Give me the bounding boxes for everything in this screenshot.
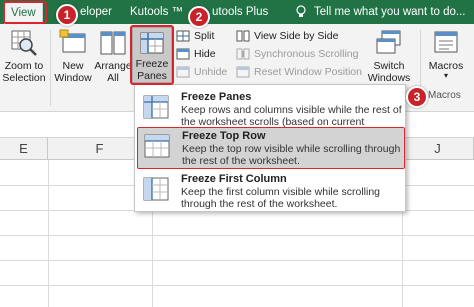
macros-group-label: Macros bbox=[428, 90, 461, 101]
tab-kutools-plus[interactable]: utools Plus bbox=[212, 0, 268, 24]
freeze-first-column-icon bbox=[143, 177, 169, 201]
highlight-box-freeze-panes bbox=[130, 25, 174, 85]
callout-badge-1: 1 bbox=[56, 4, 78, 26]
sync-scroll-icon bbox=[236, 48, 250, 60]
callout-badge-3: 3 bbox=[406, 86, 428, 108]
reset-window-position-button: Reset Window Position bbox=[236, 63, 362, 81]
tab-kutools[interactable]: Kutools ™ bbox=[130, 0, 183, 24]
switch-windows-icon bbox=[376, 30, 401, 54]
new-window-icon bbox=[59, 29, 86, 53]
menu-item-freeze-first-column-title: Freeze First Column bbox=[181, 173, 287, 185]
synchronous-scrolling-label: Synchronous Scrolling bbox=[254, 48, 359, 60]
tell-me-search[interactable]: Tell me what you want to do... bbox=[314, 0, 466, 24]
zoom-to-selection-label-1: Zoom to bbox=[4, 60, 44, 72]
zoom-to-selection-icon bbox=[11, 30, 37, 56]
menu-item-freeze-panes-title: Freeze Panes bbox=[181, 91, 252, 103]
new-window-label-1: New bbox=[62, 60, 84, 72]
ribbon-separator bbox=[50, 30, 51, 106]
menu-item-freeze-panes[interactable]: Freeze Panes Keep rows and columns visib… bbox=[137, 89, 405, 140]
new-window-button[interactable]: New Window bbox=[54, 28, 92, 84]
highlight-box-view-tab bbox=[3, 1, 47, 24]
hide-label: Hide bbox=[194, 48, 216, 60]
view-side-by-side-label: View Side by Side bbox=[254, 30, 339, 42]
unhide-window-icon bbox=[176, 66, 190, 78]
switch-windows-label-text: Windows bbox=[367, 72, 411, 84]
synchronous-scrolling-button: Synchronous Scrolling bbox=[236, 45, 358, 63]
hide-window-icon bbox=[176, 48, 190, 60]
unhide-button: Unhide bbox=[176, 63, 227, 81]
arrange-all-label-2: All bbox=[107, 72, 119, 84]
split-button[interactable]: Split bbox=[176, 27, 214, 45]
arrange-all-label-1: Arrange bbox=[94, 60, 132, 72]
menu-item-freeze-first-column[interactable]: Freeze First Column Keep the first colum… bbox=[137, 171, 405, 211]
arrange-all-button[interactable]: Arrange All bbox=[94, 28, 132, 84]
switch-windows-label-1: Switch bbox=[373, 60, 405, 72]
zoom-to-selection-label-2: Selection bbox=[2, 72, 46, 84]
zoom-to-selection-button[interactable]: Zoom to Selection bbox=[2, 28, 46, 84]
macros-icon bbox=[434, 31, 458, 53]
reset-window-icon bbox=[236, 66, 250, 78]
new-window-label-2: Window bbox=[54, 72, 92, 84]
split-icon bbox=[176, 30, 190, 42]
menu-item-freeze-top-row-description: Keep the top row visible while scrolling… bbox=[182, 143, 401, 167]
arrange-all-icon bbox=[100, 31, 126, 55]
macros-button[interactable]: Macros ▾ bbox=[424, 28, 468, 80]
grid-line bbox=[0, 260, 474, 261]
hide-button[interactable]: Hide bbox=[176, 45, 216, 63]
freeze-panes-menu: Freeze Panes Keep rows and columns visib… bbox=[134, 84, 406, 212]
grid-line bbox=[0, 285, 474, 286]
lightbulb-icon bbox=[296, 5, 306, 17]
menu-item-freeze-top-row[interactable]: Freeze Top Row Keep the top row visible … bbox=[137, 127, 405, 169]
grid-line bbox=[0, 235, 474, 236]
freeze-top-row-icon bbox=[144, 134, 170, 158]
menu-item-freeze-first-column-description: Keep the first column visible while scro… bbox=[181, 186, 381, 210]
split-label: Split bbox=[194, 30, 215, 42]
macros-dropdown-icon: ▾ bbox=[443, 71, 448, 80]
freeze-panes-menu-icon bbox=[143, 95, 169, 119]
column-header-e[interactable]: E bbox=[0, 138, 48, 160]
tab-developer[interactable]: eloper bbox=[80, 0, 112, 24]
callout-badge-2: 2 bbox=[188, 6, 210, 28]
reset-window-position-label: Reset Window Position bbox=[254, 66, 362, 78]
column-header-j[interactable]: J bbox=[402, 138, 474, 160]
menu-item-freeze-top-row-title: Freeze Top Row bbox=[182, 130, 266, 142]
side-by-side-icon bbox=[236, 30, 250, 42]
unhide-label: Unhide bbox=[194, 66, 228, 78]
view-side-by-side-button[interactable]: View Side by Side bbox=[236, 27, 338, 45]
